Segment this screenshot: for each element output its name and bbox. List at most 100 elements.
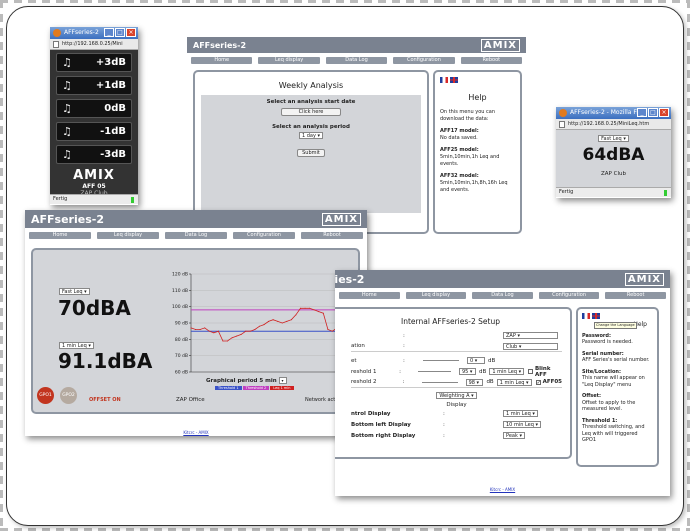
nav-configuration[interactable]: Configuration <box>538 292 600 299</box>
music-note-icon: ♫ <box>62 148 72 161</box>
name-field[interactable]: ZAP <box>503 332 558 339</box>
url-text: http://192.168.0.25/MiniLeq.htm <box>568 121 650 127</box>
minimize-button[interactable]: _ <box>104 28 114 37</box>
french-flag-icon[interactable] <box>582 313 590 319</box>
bottom-left-display-select[interactable]: 10 min Leq <box>503 421 542 428</box>
chart-point <box>268 320 270 322</box>
chart-tick-label: 80 dB <box>175 337 188 343</box>
graphical-period-select[interactable] <box>278 377 287 384</box>
nav-data-log[interactable]: Data Log <box>325 57 388 64</box>
chart-point <box>190 327 192 329</box>
minus-3db-button[interactable]: ♫ -3dB <box>56 145 132 164</box>
minimize-button[interactable]: _ <box>637 108 647 117</box>
control-display-select[interactable]: 1 min Leq <box>503 410 538 417</box>
chart-tick-label: 70 dB <box>175 353 188 359</box>
url-bar[interactable]: http://192.168.0.25/Mini <box>50 39 138 50</box>
chart-point <box>236 335 238 337</box>
footer-link[interactable]: Kitcrc - AMIX <box>25 427 367 436</box>
plus-1db-button[interactable]: ♫ +1dB <box>56 76 132 95</box>
url-bar[interactable]: http://192.168.0.25/MiniLeq.htm <box>556 119 671 130</box>
close-button[interactable]: × <box>126 28 136 37</box>
language-tooltip: Change the Language <box>594 322 637 329</box>
threshold2-field[interactable]: 98 <box>465 378 484 386</box>
setup-form: :ZAP ation:Club et:0dB reshold 1:95dB1 m… <box>335 326 570 441</box>
french-flag-icon[interactable] <box>440 77 448 83</box>
graphical-period-label: Graphical period 5 min <box>206 377 287 384</box>
chart-point <box>290 319 292 321</box>
amix-logo: AMIX <box>321 212 361 226</box>
weighting-select[interactable]: Weighting A <box>436 392 477 399</box>
aff05-checkbox[interactable]: ✓ <box>535 379 541 385</box>
bottom-leq-select[interactable]: 1 min Leq <box>59 342 94 349</box>
status-bar: Fertig <box>556 187 671 197</box>
language-flags <box>582 313 653 320</box>
plus-3db-button[interactable]: ♫ +3dB <box>56 53 132 72</box>
maximize-button[interactable]: □ <box>648 108 658 117</box>
music-note-icon: ♫ <box>62 102 72 115</box>
url-text: http://192.168.0.25/Mini <box>62 41 123 47</box>
chart-point <box>313 309 315 311</box>
venue-label: ZAP Office <box>176 397 205 403</box>
minus-1db-button[interactable]: ♫ -1dB <box>56 122 132 141</box>
bottom-level-readout: 91.1dBA <box>58 349 153 373</box>
offset-slider[interactable] <box>423 360 459 361</box>
firefox-icon <box>53 29 61 37</box>
status-led-icon <box>131 197 134 203</box>
nav-home[interactable]: Home <box>29 232 91 239</box>
page-header: ries-2 AMIX <box>335 270 670 288</box>
nav-home[interactable]: Home <box>339 292 400 299</box>
maximize-button[interactable]: □ <box>115 28 125 37</box>
nav-leq-display[interactable]: Leq display <box>405 292 467 299</box>
threshold1-field[interactable]: 95 <box>458 368 477 375</box>
chart-tick-label: 90 dB <box>175 321 188 327</box>
start-date-button[interactable]: Click here <box>281 108 341 116</box>
period-select[interactable]: 1 day <box>298 132 324 139</box>
top-leq-select[interactable]: Fast Leq <box>59 288 90 295</box>
threshold1-select[interactable]: 1 min Leq <box>489 368 525 375</box>
chart-tick-label: 120 dB <box>172 272 188 278</box>
leq-type-select[interactable]: Fast Leq <box>598 135 629 142</box>
setup-title: Internal AFFseries-2 Setup <box>401 317 500 326</box>
zero-db-button[interactable]: ♫ 0dB <box>56 99 132 118</box>
chart-point <box>258 325 260 327</box>
location-field[interactable]: Club <box>503 342 558 350</box>
setup-panel: Internal AFFseries-2 Setup :ZAP ation:Cl… <box>335 307 572 459</box>
top-level-readout: 70dBA <box>58 296 131 320</box>
window-title: AFFseries-2 <box>64 29 99 36</box>
offset-field[interactable]: 0 <box>467 357 485 364</box>
nav-reboot[interactable]: Reboot <box>301 232 363 239</box>
chart-point <box>281 322 283 324</box>
chart-point <box>331 330 333 332</box>
nav-data-log[interactable]: Data Log <box>472 292 533 299</box>
nav-leq-display[interactable]: Leq display <box>258 57 320 64</box>
close-button[interactable]: × <box>659 108 669 117</box>
offset-status: OFFSET ON <box>89 397 121 403</box>
blink-checkbox[interactable] <box>528 369 533 374</box>
threshold2-slider[interactable] <box>422 381 458 383</box>
nav-reboot[interactable]: Reboot <box>605 292 666 299</box>
main-nav: Home Leq display Data Log Configuration … <box>187 53 526 66</box>
chart-point <box>213 332 215 334</box>
venue-label: ZAP Club <box>601 171 626 177</box>
nav-home[interactable]: Home <box>191 57 253 64</box>
chart-point <box>249 330 251 332</box>
footer-link[interactable]: Kitcrc - AMIX <box>335 484 670 493</box>
chart-point <box>300 307 301 309</box>
uk-flag-icon[interactable] <box>592 313 600 319</box>
chart-point <box>199 329 201 331</box>
nav-configuration[interactable]: Configuration <box>393 57 455 64</box>
uk-flag-icon[interactable] <box>450 77 458 83</box>
nav-data-log[interactable]: Data Log <box>165 232 227 239</box>
status-led-icon <box>664 190 667 196</box>
submit-button[interactable]: Submit <box>297 149 325 157</box>
main-nav: Home Leq display Data Log Configuration … <box>335 288 670 301</box>
chart-point <box>222 340 224 342</box>
bottom-right-display-select[interactable]: Peak <box>503 432 525 439</box>
amix-logo: AMIX <box>624 272 664 286</box>
nav-leq-display[interactable]: Leq display <box>97 232 159 239</box>
threshold1-slider[interactable] <box>417 371 451 372</box>
nav-reboot[interactable]: Reboot <box>460 57 523 64</box>
chart-point <box>309 307 311 309</box>
nav-configuration[interactable]: Configuration <box>233 232 295 239</box>
threshold2-select[interactable]: 1 min Leq <box>496 378 532 386</box>
